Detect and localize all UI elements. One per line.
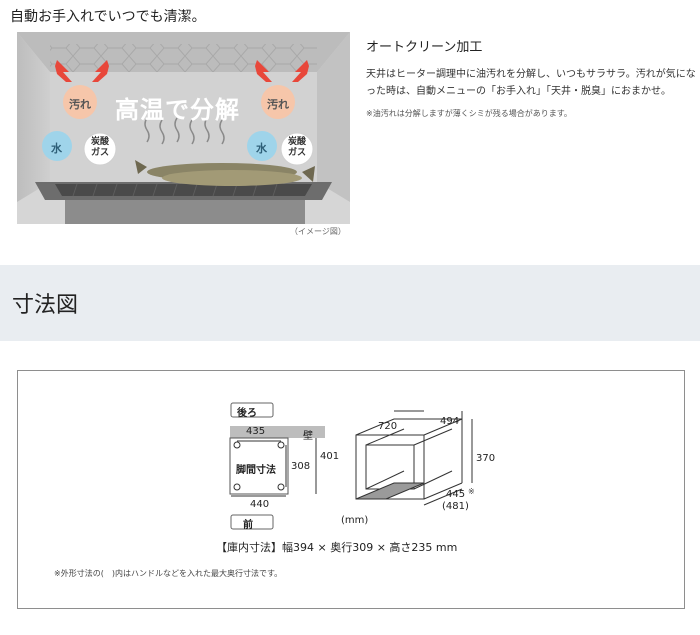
dim-440: 440: [250, 499, 270, 510]
overlay-title: 高温で分解: [115, 96, 240, 124]
dim-435: 435: [246, 426, 266, 437]
bubble-gas-line2: ガス: [287, 148, 306, 158]
dim-494: 494: [440, 416, 460, 427]
dim-370: 370: [476, 453, 496, 464]
image-caption: （イメージ図）: [290, 227, 346, 236]
dim-720: 720: [378, 421, 398, 432]
feature-heading: 自動お手入れでいつでも清潔。: [10, 9, 206, 25]
dimension-diagram-box: 後ろ 前 壁 435 脚間寸法 308 401 440 720 494 370 …: [17, 370, 685, 609]
bubble-gas-right: 炭酸 ガス: [287, 137, 307, 159]
dim-401: 401: [320, 451, 340, 462]
bubble-oil-right: 汚れ: [267, 98, 289, 111]
feature-note: ※油汚れは分解しますが薄くシミが残る場合があります。: [366, 109, 572, 118]
inner-dimensions: 【庫内寸法】幅394 × 奥行309 × 高さ235 mm: [216, 541, 458, 554]
footnote: ※外形寸法の( )内はハンドルなどを入れた最大奥行寸法です。: [54, 569, 283, 578]
dim-481: (481): [442, 501, 469, 512]
bubble-gas-line1: 炭酸: [90, 137, 109, 147]
bubble-gas-line2: ガス: [90, 148, 109, 158]
bubble-water-left: 水: [51, 142, 62, 155]
leg-spacing-label: 脚間寸法: [236, 465, 276, 476]
section-title: 寸法図: [12, 293, 79, 318]
front-label: 前: [243, 520, 253, 531]
section-band: [0, 265, 700, 341]
dim-445-mark: ※: [468, 487, 475, 496]
bubble-oil-left: 汚れ: [69, 98, 91, 111]
bubble-water-right: 水: [256, 142, 267, 155]
feature-title: オートクリーン加工: [366, 40, 483, 55]
feature-description: 天井はヒーター調理中に油汚れを分解し、いつもサラサラ。汚れが気になった時は、自動…: [366, 69, 696, 97]
wall-label: 壁: [303, 431, 313, 442]
dim-308: 308: [291, 461, 311, 472]
dim-445: 445: [446, 489, 466, 500]
back-label: 後ろ: [237, 408, 257, 419]
oven-illustration: 高温で分解 汚れ 汚れ 水 水 炭酸 ガス 炭酸 ガス: [17, 32, 350, 224]
oven-illustration-graphic: [17, 32, 350, 224]
bubble-gas-left: 炭酸 ガス: [90, 137, 110, 159]
bubble-gas-line1: 炭酸: [287, 137, 306, 147]
unit-label: (mm): [341, 515, 369, 526]
